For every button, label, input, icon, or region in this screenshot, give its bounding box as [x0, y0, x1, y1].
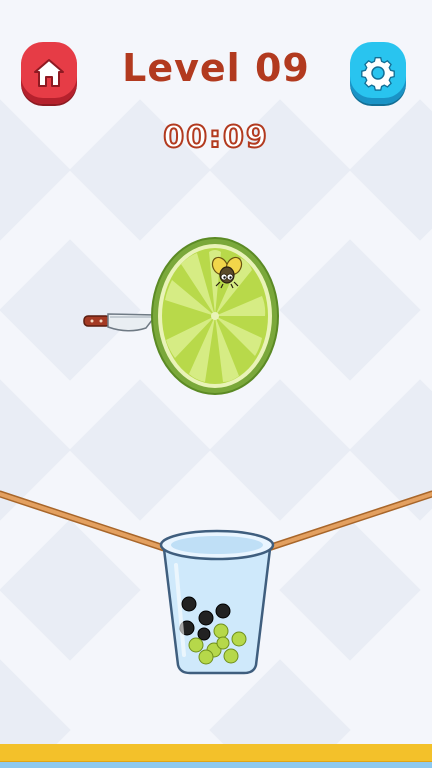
fly[interactable]	[210, 255, 244, 289]
timer: 00:09	[162, 119, 269, 156]
home-button[interactable]	[21, 42, 77, 104]
rope-right	[260, 490, 432, 554]
rope-left	[0, 490, 172, 554]
floor-strip	[0, 762, 432, 768]
gear-icon	[361, 57, 395, 91]
home-icon	[34, 59, 64, 87]
level-title: Level 09	[122, 46, 310, 90]
cup	[159, 529, 275, 675]
settings-button[interactable]	[350, 42, 406, 104]
